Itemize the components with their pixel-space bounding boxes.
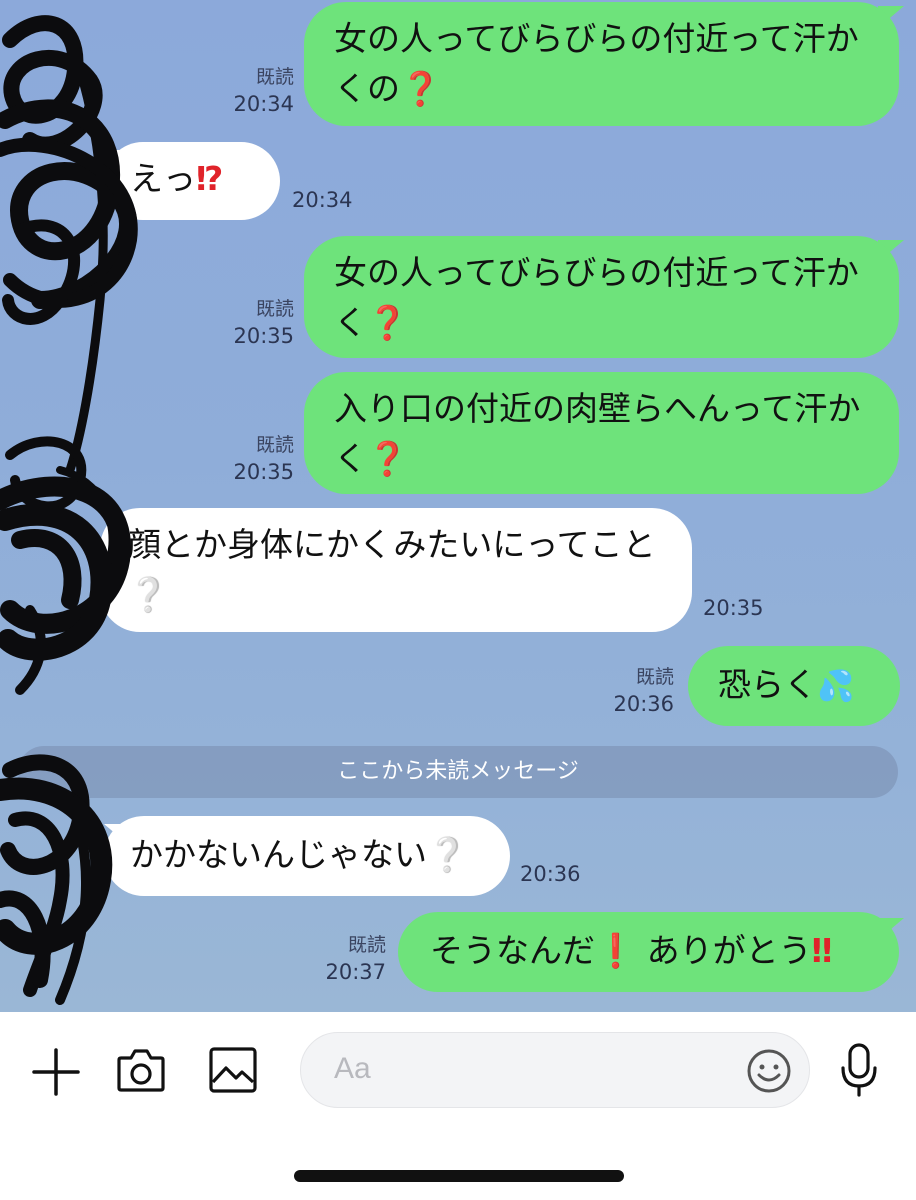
message-meta: 既読 20:34 <box>200 64 294 118</box>
question-emoji: ❔ <box>427 835 469 874</box>
outgoing-message[interactable]: 恐らく💦 <box>688 646 900 726</box>
double-exclamation-emoji: ‼ <box>811 931 833 970</box>
message-time: 20:36 <box>613 692 674 716</box>
message-time: 20:36 <box>520 862 581 886</box>
camera-icon[interactable] <box>116 1046 166 1094</box>
message-meta: 既読 20:37 <box>290 932 386 986</box>
message-meta: 既読 20:35 <box>200 432 294 486</box>
message-time: 20:34 <box>233 92 294 116</box>
read-receipt: 既読 <box>255 298 294 320</box>
exclamation-question-emoji: ⁉ <box>196 159 224 198</box>
outgoing-message[interactable]: 女の人ってびらびらの付近って汗かくの❓ <box>304 2 899 126</box>
exclamation-emoji: ❗ <box>595 931 637 970</box>
message-input-placeholder: Aa <box>334 1052 371 1085</box>
message-time: 20:34 <box>292 188 353 212</box>
plus-icon[interactable] <box>30 1046 82 1098</box>
incoming-message[interactable]: えっ⁉ <box>104 142 280 220</box>
microphone-icon[interactable] <box>838 1042 880 1098</box>
home-indicator[interactable] <box>294 1170 624 1182</box>
question-emoji: ❔ <box>128 575 170 614</box>
read-receipt: 既読 <box>635 666 674 688</box>
message-meta: 既読 20:36 <box>580 664 674 718</box>
unread-divider: ここから未読メッセージ <box>18 746 898 798</box>
outgoing-message[interactable]: 女の人ってびらびらの付近って汗かく❓ <box>304 236 899 358</box>
read-receipt: 既読 <box>347 934 386 956</box>
message-input[interactable] <box>300 1032 810 1108</box>
image-icon[interactable] <box>208 1046 258 1094</box>
message-time: 20:35 <box>233 324 294 348</box>
message-text: かかないんじゃない <box>130 835 427 874</box>
message-meta: 既読 20:35 <box>200 296 294 350</box>
message-text: 入り口の付近の肉壁らへんって汗かく <box>334 389 861 478</box>
message-time: 20:35 <box>703 596 764 620</box>
outgoing-message[interactable]: そうなんだ❗ ありがとう‼ <box>398 912 899 992</box>
message-text: そうなんだ <box>430 931 595 970</box>
question-emoji: ❓ <box>367 303 409 342</box>
message-text: ありがとう <box>646 931 812 970</box>
outgoing-message[interactable]: 入り口の付近の肉壁らへんって汗かく❓ <box>304 372 899 494</box>
incoming-message[interactable]: 顔とか身体にかくみたいにってこと ❔ <box>100 508 692 632</box>
read-receipt: 既読 <box>255 434 294 456</box>
message-text: えっ <box>130 159 196 198</box>
emoji-icon[interactable] <box>746 1048 792 1094</box>
message-text: 顔とか身体にかくみたいにってこと <box>128 525 656 564</box>
sweat-droplets-emoji: 💦 <box>817 669 855 704</box>
message-text: 女の人ってびらびらの付近って汗かく <box>334 253 859 342</box>
chat-area[interactable]: 既読 20:34 女の人ってびらびらの付近って汗かくの❓ えっ⁉ 20:34 既… <box>0 0 916 1012</box>
incoming-message[interactable]: かかないんじゃない❔ <box>104 816 510 896</box>
question-emoji: ❓ <box>400 69 442 108</box>
message-time: 20:35 <box>233 460 294 484</box>
message-text: 恐らく <box>718 665 817 704</box>
read-receipt: 既読 <box>255 66 294 88</box>
message-time: 20:37 <box>325 960 386 984</box>
question-emoji: ❓ <box>367 439 409 478</box>
